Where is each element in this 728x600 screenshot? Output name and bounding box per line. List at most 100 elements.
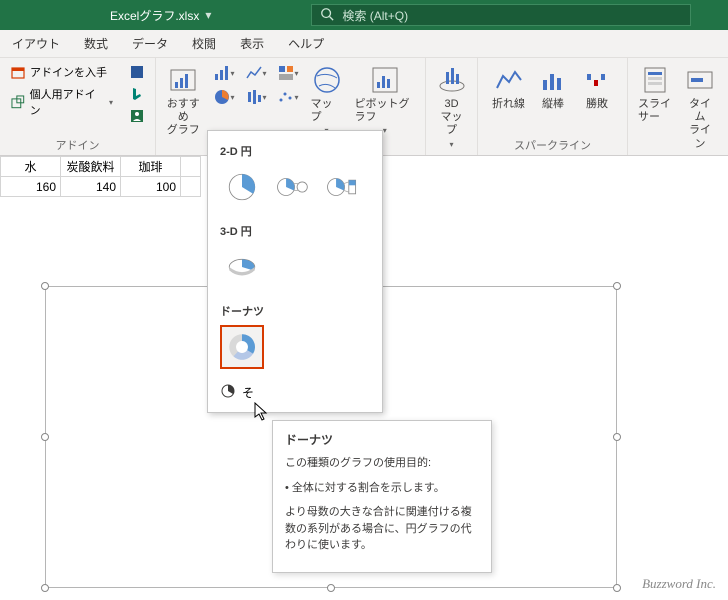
insert-pie-chart-button[interactable]: ▾	[209, 86, 239, 108]
filename-dropdown-icon[interactable]: ▾	[205, 8, 211, 22]
resize-handle[interactable]	[327, 584, 335, 592]
insert-column-chart-button[interactable]: ▾	[209, 62, 239, 84]
chevron-down-icon: ▾	[263, 93, 267, 102]
resize-handle[interactable]	[41, 433, 49, 441]
bing-addin-button[interactable]	[125, 84, 149, 104]
cell-header[interactable]: 炭酸飲料	[61, 157, 121, 177]
chevron-down-icon: ▾	[109, 98, 113, 107]
resize-handle[interactable]	[613, 282, 621, 290]
recommended-charts-button[interactable]: おすすめ グラフ	[162, 62, 205, 140]
cell-header[interactable]: 珈琲	[121, 157, 181, 177]
chevron-down-icon: ▾	[449, 140, 453, 150]
search-icon	[320, 7, 334, 24]
chevron-down-icon: ▾	[263, 69, 267, 78]
timeline-label: タイム ライン	[684, 98, 716, 151]
group-tours: 3D マップ ▾ ツアー	[426, 58, 478, 155]
pie-3d-option[interactable]	[220, 245, 264, 289]
pie-of-pie-option[interactable]	[270, 165, 314, 209]
group-filters: スライサー タイム ライン フィルター	[628, 58, 726, 155]
store-icon	[10, 64, 26, 80]
slicer-button[interactable]: スライサー	[634, 62, 676, 126]
cell-value[interactable]: 100	[121, 177, 181, 197]
doughnut-tooltip: ドーナツ この種類のグラフの使用目的: • 全体に対する割合を示します。 より母…	[272, 420, 492, 573]
cell-header[interactable]: 水	[1, 157, 61, 177]
doughnut-option[interactable]	[220, 325, 264, 369]
bar-of-pie-option[interactable]	[320, 165, 364, 209]
sparkline-column-label: 縦棒	[542, 98, 564, 111]
slicer-icon	[639, 64, 671, 96]
section-doughnut: ドーナツ	[208, 299, 382, 325]
sparkline-winloss-label: 勝敗	[586, 98, 608, 111]
timeline-icon	[684, 64, 716, 96]
group-label-addins: アドイン	[6, 135, 149, 155]
chevron-down-icon: ▾	[295, 93, 299, 102]
resize-handle[interactable]	[41, 584, 49, 592]
chevron-down-icon: ▾	[231, 93, 235, 102]
watermark: Buzzword Inc.	[642, 576, 716, 592]
insert-line-chart-button[interactable]: ▾	[241, 62, 271, 84]
maps-icon	[311, 64, 343, 96]
timeline-button[interactable]: タイム ライン	[680, 62, 720, 153]
insert-scatter-chart-button[interactable]: ▾	[273, 86, 303, 108]
visio-addin-button[interactable]	[125, 62, 149, 82]
tooltip-bullet: • 全体に対する割合を示します。	[285, 480, 479, 497]
sparkline-column-button[interactable]: 縦棒	[533, 62, 573, 113]
cells-table[interactable]: 水 炭酸飲料 珈琲 160 140 100	[0, 156, 201, 197]
sparkline-winloss-icon	[581, 64, 613, 96]
resize-handle[interactable]	[41, 282, 49, 290]
sparkline-winloss-button[interactable]: 勝敗	[577, 62, 617, 113]
recommended-charts-icon	[167, 64, 199, 96]
cell-value[interactable]: 160	[1, 177, 61, 197]
resize-handle[interactable]	[613, 584, 621, 592]
section-2d-pie: 2-D 円	[208, 139, 382, 165]
ribbon-tabs: イアウト 数式 データ 校閲 表示 ヘルプ	[0, 30, 728, 58]
bing-icon	[129, 86, 145, 102]
maps-label: マップ	[311, 98, 343, 124]
more-pie-label: そ	[242, 384, 254, 401]
file-name: Excelグラフ.xlsx	[110, 7, 199, 24]
visio-icon	[129, 64, 145, 80]
title-bar: Excelグラフ.xlsx ▾ 検索 (Alt+Q)	[0, 0, 728, 30]
tab-formulas[interactable]: 数式	[72, 30, 120, 57]
get-addins-button[interactable]: アドインを入手	[6, 62, 117, 82]
chevron-down-icon: ▾	[231, 69, 235, 78]
3d-map-button[interactable]: 3D マップ ▾	[432, 62, 472, 151]
chart-type-grid: ▾ ▾ ▾ ▾ ▾ ▾	[209, 62, 303, 108]
3d-map-label: 3D マップ	[436, 98, 468, 138]
more-pie-charts-button[interactable]: そ	[208, 379, 382, 406]
insert-hierarchy-chart-button[interactable]: ▾	[273, 62, 303, 84]
tab-layout[interactable]: イアウト	[0, 30, 72, 57]
tab-view[interactable]: 表示	[228, 30, 276, 57]
group-sparklines: 折れ線 縦棒 勝敗 スパークライン	[478, 58, 628, 155]
get-addins-label: アドインを入手	[30, 64, 107, 80]
resize-handle[interactable]	[613, 433, 621, 441]
chevron-down-icon: ▾	[383, 126, 387, 136]
tab-review[interactable]: 校閲	[180, 30, 228, 57]
chevron-down-icon: ▾	[295, 69, 299, 78]
cell-header[interactable]	[181, 157, 201, 177]
search-box[interactable]: 検索 (Alt+Q)	[311, 4, 691, 26]
tab-data[interactable]: データ	[120, 30, 180, 57]
slicer-label: スライサー	[638, 98, 672, 124]
group-addins: アドインを入手 個人用アドイン ▾ アドイン	[0, 58, 156, 155]
pie-2d-option[interactable]	[220, 165, 264, 209]
my-addins-button[interactable]: 個人用アドイン ▾	[6, 84, 117, 120]
people-addin-button[interactable]	[125, 106, 149, 126]
tooltip-title: ドーナツ	[285, 431, 479, 449]
pivot-chart-label: ピボットグラフ	[355, 98, 415, 124]
cell-value[interactable]	[181, 177, 201, 197]
insert-statistic-chart-button[interactable]: ▾	[241, 86, 271, 108]
maps-button[interactable]: マップ ▾	[307, 62, 347, 138]
tab-help[interactable]: ヘルプ	[276, 30, 336, 57]
3d-map-icon	[436, 64, 468, 96]
recommended-charts-label: おすすめ グラフ	[166, 98, 201, 138]
pivot-chart-button[interactable]: ピボットグラフ ▾	[351, 62, 419, 138]
cell-value[interactable]: 140	[61, 177, 121, 197]
more-pie-icon	[220, 383, 236, 402]
pie-chart-dropdown: 2-D 円 3-D 円 ドーナツ そ	[207, 130, 383, 413]
search-placeholder: 検索 (Alt+Q)	[342, 7, 408, 24]
people-graph-icon	[129, 108, 145, 124]
group-label-sparklines: スパークライン	[484, 135, 621, 155]
sparkline-line-button[interactable]: 折れ線	[488, 62, 529, 113]
sparkline-column-icon	[537, 64, 569, 96]
